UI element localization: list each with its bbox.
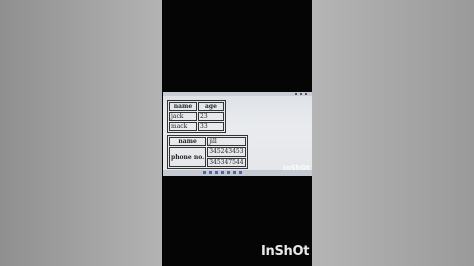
table-cell: 23 <box>198 112 224 121</box>
contact-table: name jill phone no. 345243453 345347544 <box>167 135 248 169</box>
taskbar-app-icon <box>227 171 230 174</box>
window-control-icon <box>295 93 297 95</box>
taskbar-app-icon <box>233 171 236 174</box>
table-cell: mack <box>169 122 197 131</box>
taskbar-app-icon <box>221 171 224 174</box>
phone-label: phone no. <box>169 147 207 167</box>
table-cell: jill <box>207 137 246 146</box>
table-cell: 33 <box>198 122 224 131</box>
table-cell: 345347544 <box>207 157 246 167</box>
taskbar-app-icon <box>239 171 242 174</box>
table-header-age: age <box>198 102 224 111</box>
taskbar-app-icon <box>209 171 212 174</box>
table-cell: jack <box>169 112 197 121</box>
taskbar-app-icon <box>215 171 218 174</box>
blurred-background-left <box>0 0 162 266</box>
table-row: name jill <box>169 137 246 146</box>
table-row: jack 23 <box>169 112 224 121</box>
browser-top-bar <box>163 92 312 96</box>
table-header-row: name age <box>169 102 224 111</box>
inshot-watermark-large: InShOt <box>261 244 310 259</box>
table-row: mack 33 <box>169 122 224 131</box>
inshot-watermark-small: InShOt <box>283 164 310 172</box>
people-table: name age jack 23 mack 33 <box>167 100 226 133</box>
table-cell: 345243453 <box>207 147 246 157</box>
blurred-background-right <box>312 0 474 266</box>
table-header-name: name <box>169 137 207 146</box>
window-control-icon <box>305 93 307 95</box>
window-control-icon <box>300 93 302 95</box>
table-header-name: name <box>169 102 197 111</box>
taskbar-app-icon <box>203 171 206 174</box>
table-row: phone no. 345243453 <box>169 147 246 167</box>
